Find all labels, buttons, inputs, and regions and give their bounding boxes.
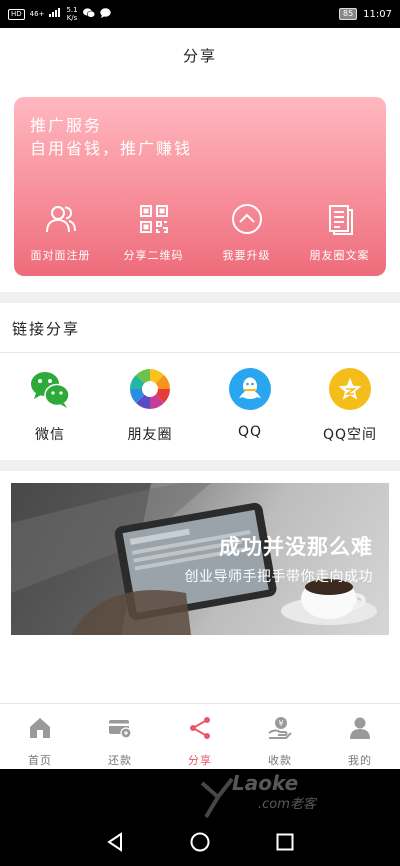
divider <box>0 352 400 353</box>
share-options: 微信 朋友圈 QQ QQ空间 <box>0 368 400 444</box>
document-icon <box>324 203 356 239</box>
promo-action-upgrade[interactable]: 我要升级 <box>200 203 293 263</box>
upgrade-arrow-icon <box>231 203 263 239</box>
back-icon[interactable] <box>104 831 126 853</box>
share-moments[interactable]: 朋友圈 <box>100 368 200 444</box>
share-label: QQ <box>237 424 263 440</box>
promo-action-qrcode[interactable]: 分享二维码 <box>107 203 200 263</box>
wechat-icon <box>29 368 71 410</box>
promo-action-moments-copy[interactable]: 朋友圈文案 <box>293 203 386 263</box>
share-qzone[interactable]: QQ空间 <box>300 368 400 444</box>
page-header: 分享 <box>0 28 400 82</box>
wechat-notification-icon <box>82 7 95 21</box>
qq-icon <box>229 368 271 410</box>
moments-icon <box>129 368 171 410</box>
speed-value: 5.1 <box>66 6 78 14</box>
person-icon <box>348 716 372 744</box>
clock: 11:07 <box>363 8 392 20</box>
status-bar: HD 46+ 5.1 K/s 85 11:07 <box>0 0 400 28</box>
share-icon <box>188 716 212 744</box>
nav-label: 首页 <box>28 754 52 767</box>
svg-text:¥: ¥ <box>278 719 283 728</box>
nav-label: 收款 <box>268 754 292 767</box>
signal-indicator: 46+ <box>29 10 45 18</box>
battery-indicator: 85 <box>338 8 358 20</box>
nav-label: 还款 <box>108 754 132 767</box>
qzone-icon <box>329 368 371 410</box>
system-nav-bar: Laoke .com老客 <box>0 769 400 866</box>
hd-indicator: HD <box>8 8 25 20</box>
promo-card: 推广服务 自用省钱，推广赚钱 面对面注册 分享二维码 我要升级 朋友圈文案 <box>14 97 386 276</box>
home-circle-icon[interactable] <box>189 831 211 853</box>
nav-share[interactable]: 分享 <box>160 704 240 769</box>
nav-label: 我的 <box>348 754 372 767</box>
promo-title: 推广服务 <box>30 116 103 135</box>
watermark-sub: .com老客 <box>258 797 316 812</box>
promo-action-register[interactable]: 面对面注册 <box>14 203 107 263</box>
banner-headline: 成功并没那么难 <box>219 535 373 559</box>
promo-action-label: 朋友圈文案 <box>309 249 370 262</box>
section-divider <box>0 292 400 303</box>
home-icon <box>28 716 52 744</box>
share-label: 微信 <box>35 427 65 443</box>
nav-label: 分享 <box>188 754 212 767</box>
nav-receive[interactable]: ¥ 收款 <box>240 704 320 769</box>
section-divider <box>0 460 400 471</box>
banner-subline: 创业导师手把手带你走向成功 <box>184 569 373 585</box>
receive-money-icon: ¥ <box>268 716 292 744</box>
share-label: 朋友圈 <box>127 427 173 443</box>
watermark-brand: Laoke <box>232 771 299 795</box>
promo-banner[interactable]: 成功并没那么难 创业导师手把手带你走向成功 <box>11 483 389 635</box>
qrcode-icon <box>138 203 170 239</box>
recents-icon[interactable] <box>274 831 296 853</box>
link-share-title: 链接分享 <box>12 320 81 338</box>
promo-action-label: 面对面注册 <box>30 249 91 262</box>
user-group-icon <box>45 203 77 239</box>
page-title: 分享 <box>182 46 217 65</box>
share-label: QQ空间 <box>322 427 378 443</box>
signal-icon <box>49 8 61 20</box>
speed-unit: K/s <box>66 14 78 22</box>
nav-home[interactable]: 首页 <box>0 704 80 769</box>
promo-subtitle: 自用省钱，推广赚钱 <box>30 139 193 158</box>
message-notification-icon <box>99 7 111 21</box>
share-qq[interactable]: QQ <box>200 368 300 444</box>
card-icon <box>108 716 132 744</box>
network-speed: 5.1 K/s <box>66 6 77 22</box>
promo-action-label: 分享二维码 <box>123 249 184 262</box>
nav-repay[interactable]: 还款 <box>80 704 160 769</box>
promo-action-label: 我要升级 <box>222 249 271 262</box>
share-wechat[interactable]: 微信 <box>0 368 100 444</box>
bottom-nav: 首页 还款 分享 ¥ 收款 我的 <box>0 703 400 769</box>
nav-mine[interactable]: 我的 <box>320 704 400 769</box>
